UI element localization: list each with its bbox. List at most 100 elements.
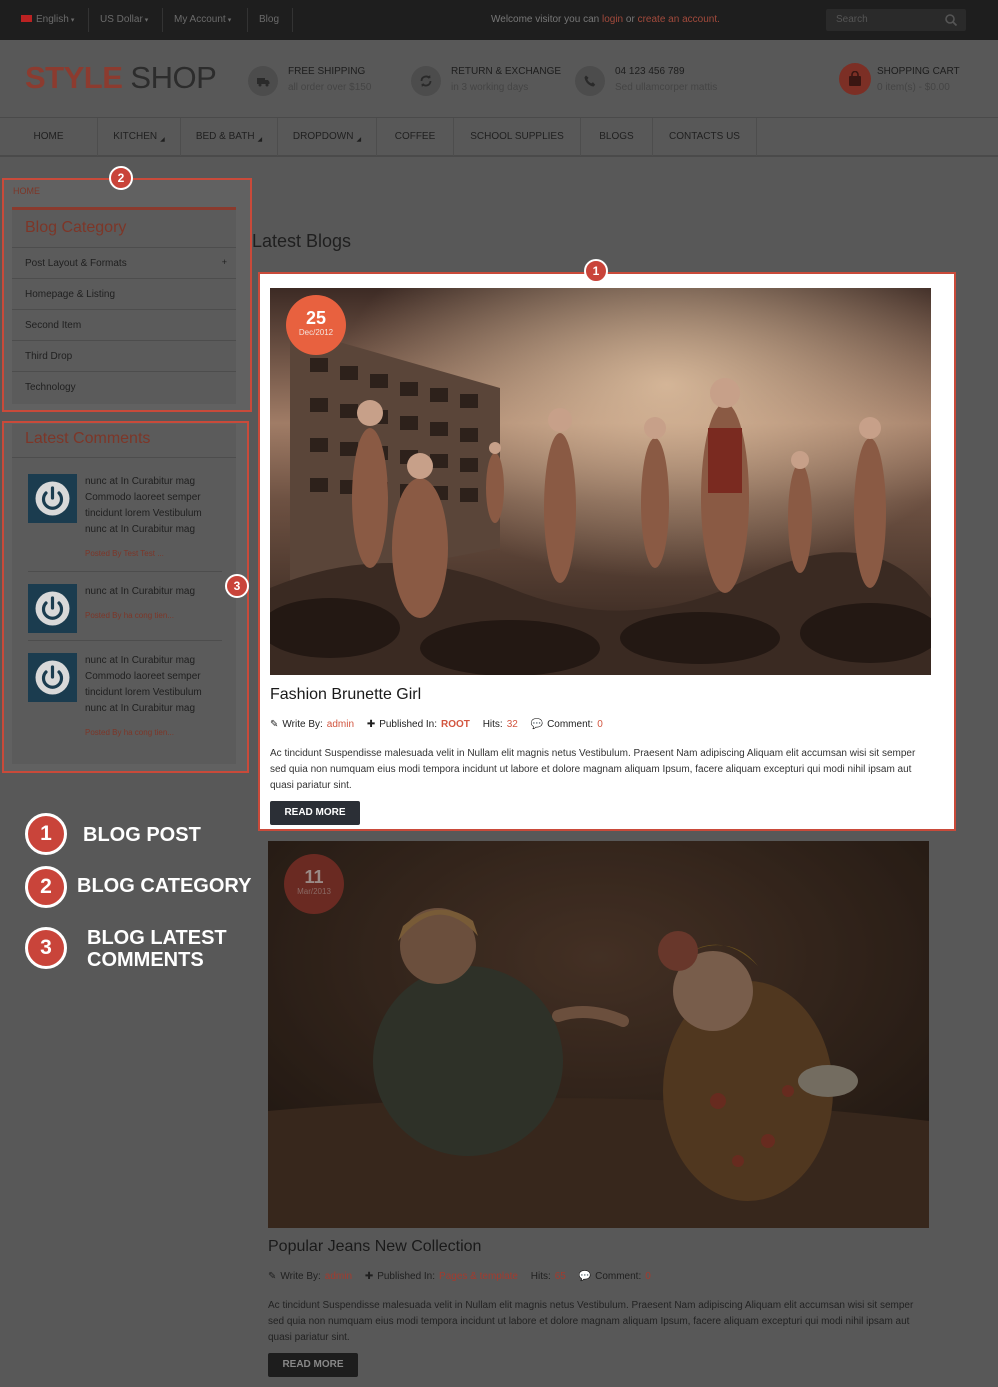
truck-icon [248, 66, 278, 96]
my-account-menu[interactable]: My Account ▾ [174, 14, 231, 25]
main-navigation: HOME KITCHEN ◢ BED & BATH ◢ DROPDOWN ◢ COFF… [0, 117, 998, 157]
category-item[interactable]: Second Item [12, 309, 236, 340]
post-excerpt: Ac tincidunt Suspendisse malesuada velit… [270, 748, 916, 791]
read-more-button[interactable]: READ MORE [270, 801, 360, 825]
nav-contacts[interactable]: CONTACTS US [653, 118, 757, 156]
post-date-badge: 25 Dec/2012 [286, 295, 346, 355]
post-meta: ✎ Write By: admin ✚ Published In: Pages & te… [268, 1271, 651, 1282]
site-header: STYLE SHOP FREE SHIPPING all order over $… [0, 40, 998, 117]
legend-number: 2 [25, 866, 67, 908]
post-title[interactable]: Fashion Brunette Girl [270, 686, 421, 704]
nav-home[interactable]: HOME [0, 118, 98, 156]
post-author[interactable]: admin [327, 719, 354, 730]
search-input[interactable]: Search [826, 9, 966, 31]
read-more-button[interactable]: READ MORE [268, 1353, 358, 1377]
divider [247, 8, 248, 32]
caret-down-icon: ▾ [70, 17, 75, 24]
category-item[interactable]: Third Drop [12, 340, 236, 371]
post-image[interactable]: 11 Mar/2013 [268, 841, 929, 1228]
pencil-icon: ✎ [268, 1271, 277, 1282]
post-title[interactable]: Popular Jeans New Collection [268, 1238, 481, 1256]
comment-item[interactable]: nunc at In Curabitur mag Posted By ha co… [28, 584, 222, 641]
legend-label: BLOG POST [83, 824, 201, 846]
flag-icon [21, 15, 32, 22]
post-hits: 32 [506, 719, 518, 730]
power-icon [35, 591, 70, 626]
comment-text: nunc at In Curabitur mag Commodo laoreet… [85, 655, 202, 714]
power-icon [35, 481, 70, 516]
comment-text: nunc at In Curabitur mag [85, 586, 196, 597]
dropdown-arrow-icon: ◢ [257, 137, 263, 143]
comment-author[interactable]: Posted By ha cong tien... [85, 728, 174, 737]
caret-down-icon: ▾ [144, 17, 149, 24]
create-account-link[interactable]: create an account. [638, 14, 720, 25]
welcome-message: Welcome visitor you can login or create … [491, 14, 720, 25]
category-item[interactable]: Post Layout & Formats + [12, 247, 236, 278]
nav-dropdown[interactable]: DROPDOWN ◢ [278, 118, 377, 156]
currency-selector[interactable]: US Dollar ▾ [100, 14, 148, 25]
comment-icon: 💬 [530, 719, 544, 730]
blog-category-title: Blog Category [25, 219, 127, 236]
blog-post: 11 Mar/2013 Popular Jeans New Collection… [258, 841, 956, 1387]
post-comment-count[interactable]: 0 [597, 719, 603, 730]
avatar [28, 474, 77, 523]
dropdown-arrow-icon: ◢ [160, 137, 165, 143]
comment-author[interactable]: Posted By Test Test ... [85, 549, 164, 558]
nav-school-supplies[interactable]: SCHOOL SUPPLIES [454, 118, 581, 156]
post-category[interactable]: ROOT [441, 719, 470, 730]
power-icon [35, 660, 70, 695]
divider [28, 640, 222, 641]
comment-text: nunc at In Curabitur mag Commodo laoreet… [85, 476, 202, 535]
language-selector[interactable]: English ▾ [21, 14, 74, 25]
legend-number: 1 [25, 813, 67, 855]
post-hits: 65 [554, 1271, 566, 1282]
legend-number: 3 [25, 927, 67, 969]
divider [12, 207, 236, 210]
callout-badge-1: 1 [584, 259, 608, 283]
divider [162, 8, 163, 32]
divider [292, 8, 293, 32]
divider [12, 457, 236, 458]
category-item[interactable]: Homepage & Listing [12, 278, 236, 309]
breadcrumb[interactable]: HOME [13, 186, 40, 196]
search-placeholder: Search [836, 14, 868, 25]
page-title: Latest Blogs [252, 231, 352, 251]
blog-post: 25 Dec/2012 Fashion Brunette Girl ✎ Write… [258, 272, 956, 831]
nav-blogs[interactable]: BLOGS [581, 118, 653, 156]
phone-icon [575, 66, 605, 96]
dropdown-arrow-icon: ◢ [356, 137, 362, 143]
post-photo-fashion-group [270, 288, 931, 675]
comment-item[interactable]: nunc at In Curabitur mag Commodo laoreet… [28, 653, 222, 753]
nav-coffee[interactable]: COFFEE [377, 118, 454, 156]
comment-author[interactable]: Posted By ha cong tien... [85, 611, 174, 620]
login-link[interactable]: login [602, 14, 623, 25]
comment-item[interactable]: nunc at In Curabitur mag Commodo laoreet… [28, 474, 222, 574]
avatar [28, 653, 77, 702]
category-item[interactable]: Technology [12, 371, 236, 402]
post-meta: ✎ Write By: admin ✚ Published In: ROOT Hits:… [270, 719, 603, 730]
post-photo-children-sand [268, 841, 929, 1228]
pin-icon: ✚ [364, 1271, 374, 1282]
divider [88, 8, 89, 32]
search-icon[interactable] [944, 13, 958, 27]
pencil-icon: ✎ [270, 719, 279, 730]
post-author[interactable]: admin [325, 1271, 352, 1282]
caret-down-icon: ▾ [227, 17, 232, 24]
shopping-bag-icon [839, 63, 871, 95]
store-logo[interactable]: STYLE SHOP [25, 60, 217, 96]
post-comment-count[interactable]: 0 [645, 1271, 651, 1282]
legend-label: BLOG LATEST COMMENTS [87, 927, 227, 971]
post-category[interactable]: Pages & template [439, 1271, 518, 1282]
post-excerpt: Ac tincidunt Suspendisse malesuada velit… [268, 1300, 914, 1343]
avatar [28, 584, 77, 633]
nav-kitchen[interactable]: KITCHEN ◢ [98, 118, 181, 156]
top-bar: English ▾ US Dollar ▾ My Account ▾ Blog Wel… [0, 0, 998, 40]
expand-plus-icon[interactable]: + [222, 257, 227, 267]
post-image[interactable]: 25 Dec/2012 [270, 288, 931, 675]
nav-bed-bath[interactable]: BED & BATH ◢ [181, 118, 278, 156]
blog-link[interactable]: Blog [259, 14, 279, 25]
legend-label: BLOG CATEGORY [77, 875, 252, 897]
divider [28, 571, 222, 572]
callout-badge-3: 3 [225, 574, 249, 598]
callout-badge-2: 2 [109, 166, 133, 190]
